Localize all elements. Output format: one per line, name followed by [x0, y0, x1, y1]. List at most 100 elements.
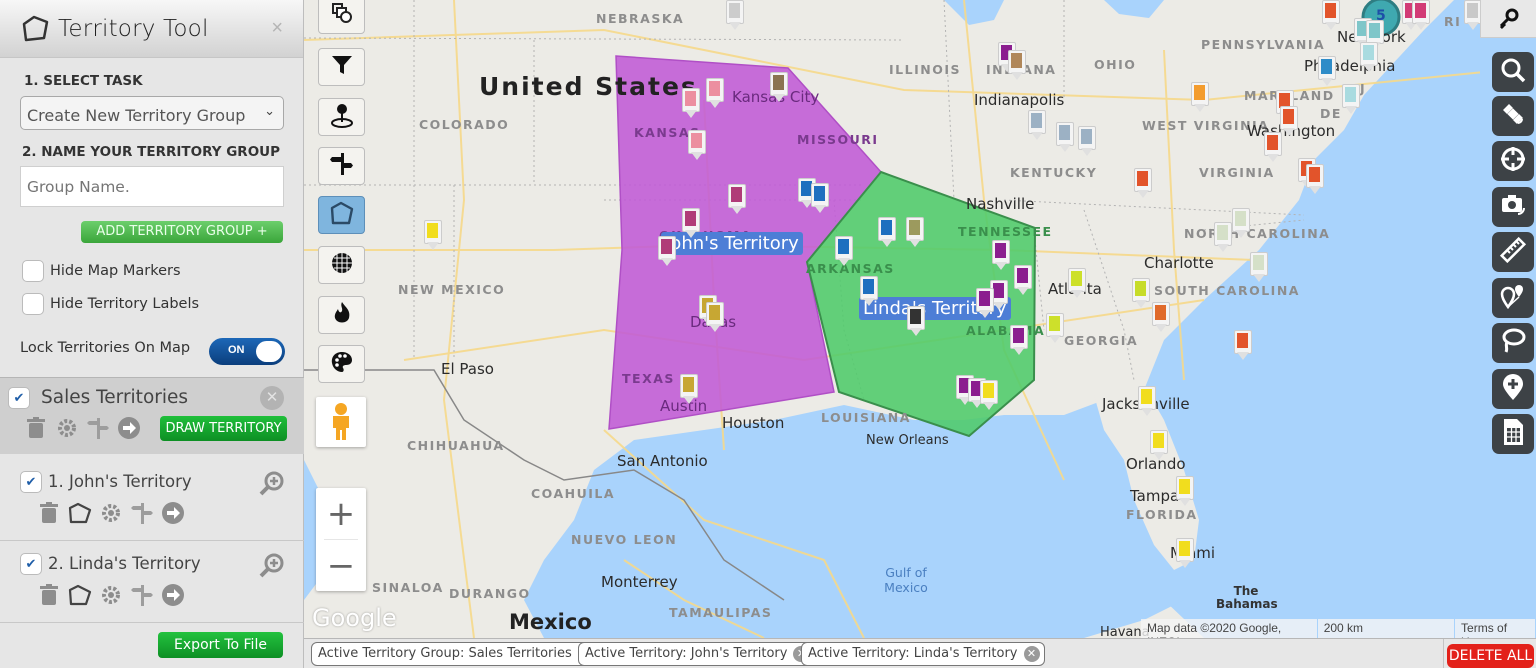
signpost-tool-button[interactable] — [318, 147, 365, 185]
map-marker[interactable] — [658, 236, 676, 266]
trash-icon[interactable] — [37, 501, 61, 525]
map-marker[interactable] — [1280, 106, 1298, 136]
spreadsheet-button[interactable] — [1492, 414, 1534, 454]
hide-map-markers-row[interactable]: Hide Map Markers — [22, 260, 181, 282]
map-marker[interactable] — [688, 130, 706, 160]
add-territory-group-button[interactable]: ADD TERRITORY GROUP + — [81, 221, 283, 243]
map-marker[interactable] — [811, 183, 829, 213]
ruler-button[interactable] — [1492, 232, 1534, 272]
terms-of-use-link[interactable]: Terms of Use — [1455, 619, 1535, 649]
map-marker[interactable] — [1046, 313, 1064, 343]
group-name-input[interactable] — [20, 166, 284, 207]
heatmap-fire-tool-button[interactable] — [318, 296, 365, 334]
map-marker[interactable] — [835, 236, 853, 266]
hide-map-markers-checkbox[interactable] — [22, 260, 44, 282]
gear-icon[interactable] — [99, 583, 123, 607]
map-marker[interactable] — [1028, 110, 1046, 140]
map-marker[interactable] — [1132, 278, 1150, 308]
map-marker[interactable] — [1010, 325, 1028, 355]
pin-tool-button[interactable] — [318, 98, 365, 136]
map-marker[interactable] — [680, 374, 698, 404]
map-marker[interactable] — [992, 240, 1010, 270]
scale-indicator[interactable]: 200 km — [1317, 619, 1455, 646]
map-marker[interactable] — [1234, 330, 1252, 360]
zoom-in-button[interactable]: + — [316, 488, 366, 539]
group-visibility-checkbox[interactable]: ✔ — [8, 387, 30, 409]
map-marker[interactable] — [1014, 265, 1032, 295]
draw-territory-button[interactable]: DRAW TERRITORY — [160, 416, 287, 441]
map-marker[interactable] — [682, 88, 700, 118]
map-marker[interactable] — [1068, 268, 1086, 298]
map-marker[interactable] — [1056, 122, 1074, 152]
map-marker[interactable] — [728, 184, 746, 214]
camera-rotate-button[interactable] — [1492, 187, 1534, 227]
search-button[interactable] — [1492, 52, 1534, 92]
map-marker[interactable] — [878, 217, 896, 247]
edit-polygon-icon[interactable] — [68, 583, 92, 607]
map-marker[interactable] — [770, 72, 788, 102]
map-marker[interactable] — [1150, 430, 1168, 460]
remove-chip-icon[interactable]: ✕ — [1023, 646, 1040, 662]
arrow-circle-icon[interactable] — [161, 501, 185, 525]
close-panel-button[interactable]: × — [271, 18, 283, 38]
remove-group-button[interactable]: ✕ — [260, 386, 284, 410]
map-marker[interactable] — [1152, 302, 1170, 332]
delete-all-button[interactable]: DELETE ALL — [1447, 644, 1534, 668]
map-marker[interactable] — [424, 220, 442, 250]
signpost-icon[interactable] — [130, 583, 154, 607]
map-marker[interactable] — [1322, 0, 1340, 30]
map-marker[interactable] — [976, 288, 994, 318]
map-marker[interactable] — [860, 276, 878, 306]
lock-territories-toggle[interactable]: ON — [209, 338, 285, 365]
zoom-to-territory-icon[interactable] — [259, 553, 285, 584]
map-marker[interactable] — [1008, 50, 1026, 80]
zoom-out-button[interactable]: − — [316, 540, 366, 591]
zoom-to-territory-icon[interactable] — [259, 471, 285, 502]
map-marker[interactable] — [1176, 538, 1194, 568]
map-marker[interactable] — [726, 0, 744, 30]
trash-icon[interactable] — [24, 416, 48, 440]
route-pin-button[interactable] — [1492, 278, 1534, 318]
map-marker[interactable] — [706, 78, 724, 108]
filter-tool-button[interactable] — [318, 48, 365, 86]
map-marker[interactable] — [706, 302, 724, 332]
hide-territory-labels-checkbox[interactable] — [22, 293, 44, 315]
task-select[interactable]: Create New Territory Group ⌄ — [20, 96, 284, 130]
edit-polygon-icon[interactable] — [68, 501, 92, 525]
street-view-pegman[interactable] — [316, 397, 366, 447]
shapes-tool-button[interactable] — [318, 0, 365, 34]
map-marker[interactable] — [1138, 386, 1156, 416]
map-marker[interactable] — [1318, 56, 1336, 86]
key-button[interactable] — [1480, 0, 1536, 38]
arrow-circle-icon[interactable] — [161, 583, 185, 607]
signpost-icon[interactable] — [130, 501, 154, 525]
map-marker[interactable] — [1214, 222, 1232, 252]
gear-icon[interactable] — [55, 416, 79, 440]
map-marker[interactable] — [1134, 168, 1152, 198]
crosshair-button[interactable] — [1492, 141, 1534, 181]
signpost-icon[interactable] — [86, 416, 110, 440]
map-marker[interactable] — [980, 380, 998, 410]
map-marker[interactable] — [1232, 208, 1250, 238]
map-marker[interactable] — [907, 306, 925, 336]
export-to-file-button[interactable]: Export To File — [158, 632, 283, 658]
map-marker[interactable] — [906, 217, 924, 247]
map-marker[interactable] — [1078, 126, 1096, 156]
arrow-circle-icon[interactable] — [117, 416, 141, 440]
map-canvas[interactable]: United States Mexico NEBRASKA COLORADO K… — [304, 0, 1536, 638]
map-marker[interactable] — [1360, 42, 1378, 72]
map-marker[interactable] — [1250, 252, 1268, 282]
map-marker[interactable] — [1412, 0, 1430, 30]
hide-territory-labels-row[interactable]: Hide Territory Labels — [22, 293, 199, 315]
add-location-button[interactable] — [1492, 369, 1534, 409]
map-marker[interactable] — [1191, 82, 1209, 112]
palette-tool-button[interactable] — [318, 345, 365, 383]
territory-tool-button[interactable] — [318, 196, 365, 234]
globe-tool-button[interactable] — [318, 246, 365, 284]
map-marker[interactable] — [1264, 132, 1282, 162]
territory-visibility-checkbox[interactable]: ✔ — [20, 553, 42, 575]
trash-icon[interactable] — [37, 583, 61, 607]
map-marker[interactable] — [1342, 84, 1360, 114]
map-marker[interactable] — [1176, 476, 1194, 506]
lasso-button[interactable] — [1492, 323, 1534, 363]
